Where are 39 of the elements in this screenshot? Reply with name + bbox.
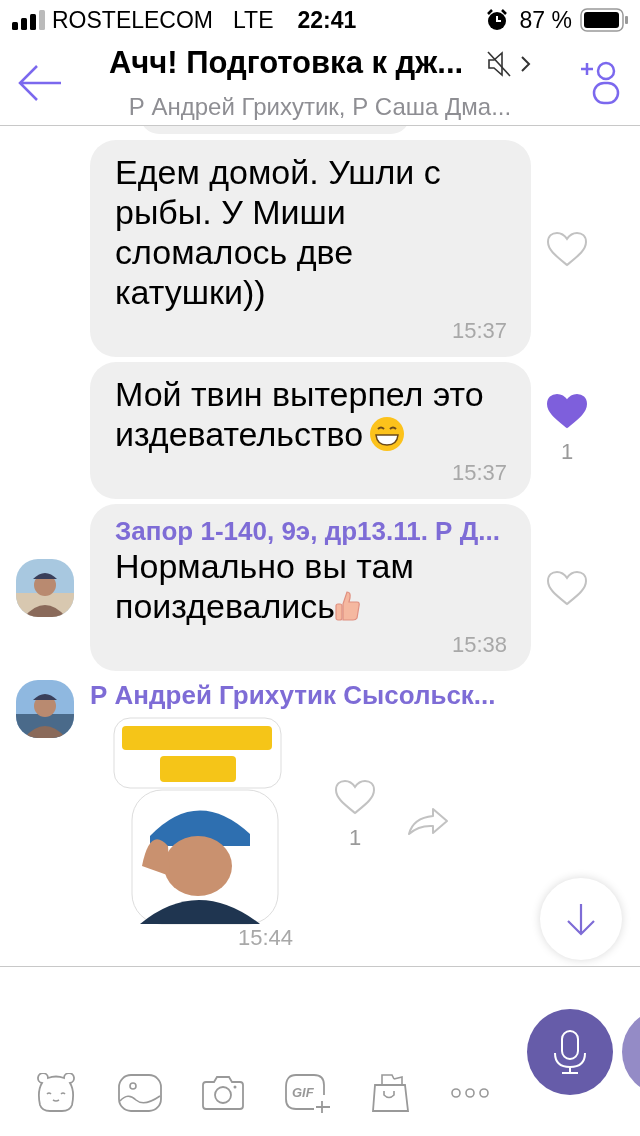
message-time: 15:38: [451, 631, 507, 659]
shopping-bag-icon[interactable]: [372, 1073, 410, 1113]
message-text: Едем домой. Ушли с рыбы. У Миши сломалось две катушки)): [115, 152, 442, 312]
thumbs-up-emoji-icon: [335, 590, 362, 622]
message-text: Нормально вы там поиздевались: [115, 546, 415, 626]
heart-icon[interactable]: [546, 393, 588, 429]
camera-icon[interactable]: [202, 1075, 244, 1111]
message-bubble[interactable]: Запор 1-140, 9э, др13.11. Р Д... Нормально вы там поиздевались 15:38: [90, 504, 531, 671]
signal-icon: [12, 10, 46, 30]
chat-members: Р Андрей Грихутик, Р Саша Дма...: [128, 91, 512, 122]
back-arrow-icon: [17, 63, 63, 102]
message-time: 15:44: [238, 926, 295, 950]
avatar[interactable]: [16, 680, 74, 738]
battery-icon: [580, 8, 628, 32]
battery-percent: 87 %: [519, 5, 572, 35]
carrier-name: ROSTELECOM: [52, 5, 214, 35]
message-time: 15:37: [451, 459, 507, 487]
gallery-icon[interactable]: [118, 1074, 162, 1112]
sender-name[interactable]: Запор 1-140, 9э, др13.11. Р Д...: [115, 516, 507, 546]
more-icon[interactable]: [450, 1087, 490, 1099]
like-count: 1: [560, 438, 574, 466]
message-bubble[interactable]: Едем домой. Ушли с рыбы. У Миши сломалось две катушки)) 15:37: [90, 140, 531, 357]
microphone-icon: [552, 1029, 588, 1075]
message-time: 15:37: [451, 317, 507, 345]
sticker-bear-icon[interactable]: [34, 1073, 78, 1113]
message-bubble[interactable]: Мой твин вытерпел это издевательство 15:37: [90, 362, 531, 499]
sender-name[interactable]: Р Андрей Грихутик Сысольск...: [90, 680, 496, 710]
network-type: LTE: [233, 5, 274, 35]
down-arrow-icon: [566, 902, 596, 936]
chat-title[interactable]: Ачч! Подготовка к дж...: [108, 40, 464, 87]
avatar[interactable]: [16, 558, 74, 617]
share-icon[interactable]: [407, 806, 449, 836]
message-text: Мой твин вытерпел это издевательство: [115, 374, 485, 454]
alarm-icon: [485, 9, 508, 31]
grinning-emoji-icon: [369, 416, 406, 452]
scroll-down-button[interactable]: [540, 878, 622, 960]
chevron-icon: [521, 55, 532, 72]
like-count: 1: [348, 823, 362, 852]
clock: 22:41: [297, 5, 357, 35]
